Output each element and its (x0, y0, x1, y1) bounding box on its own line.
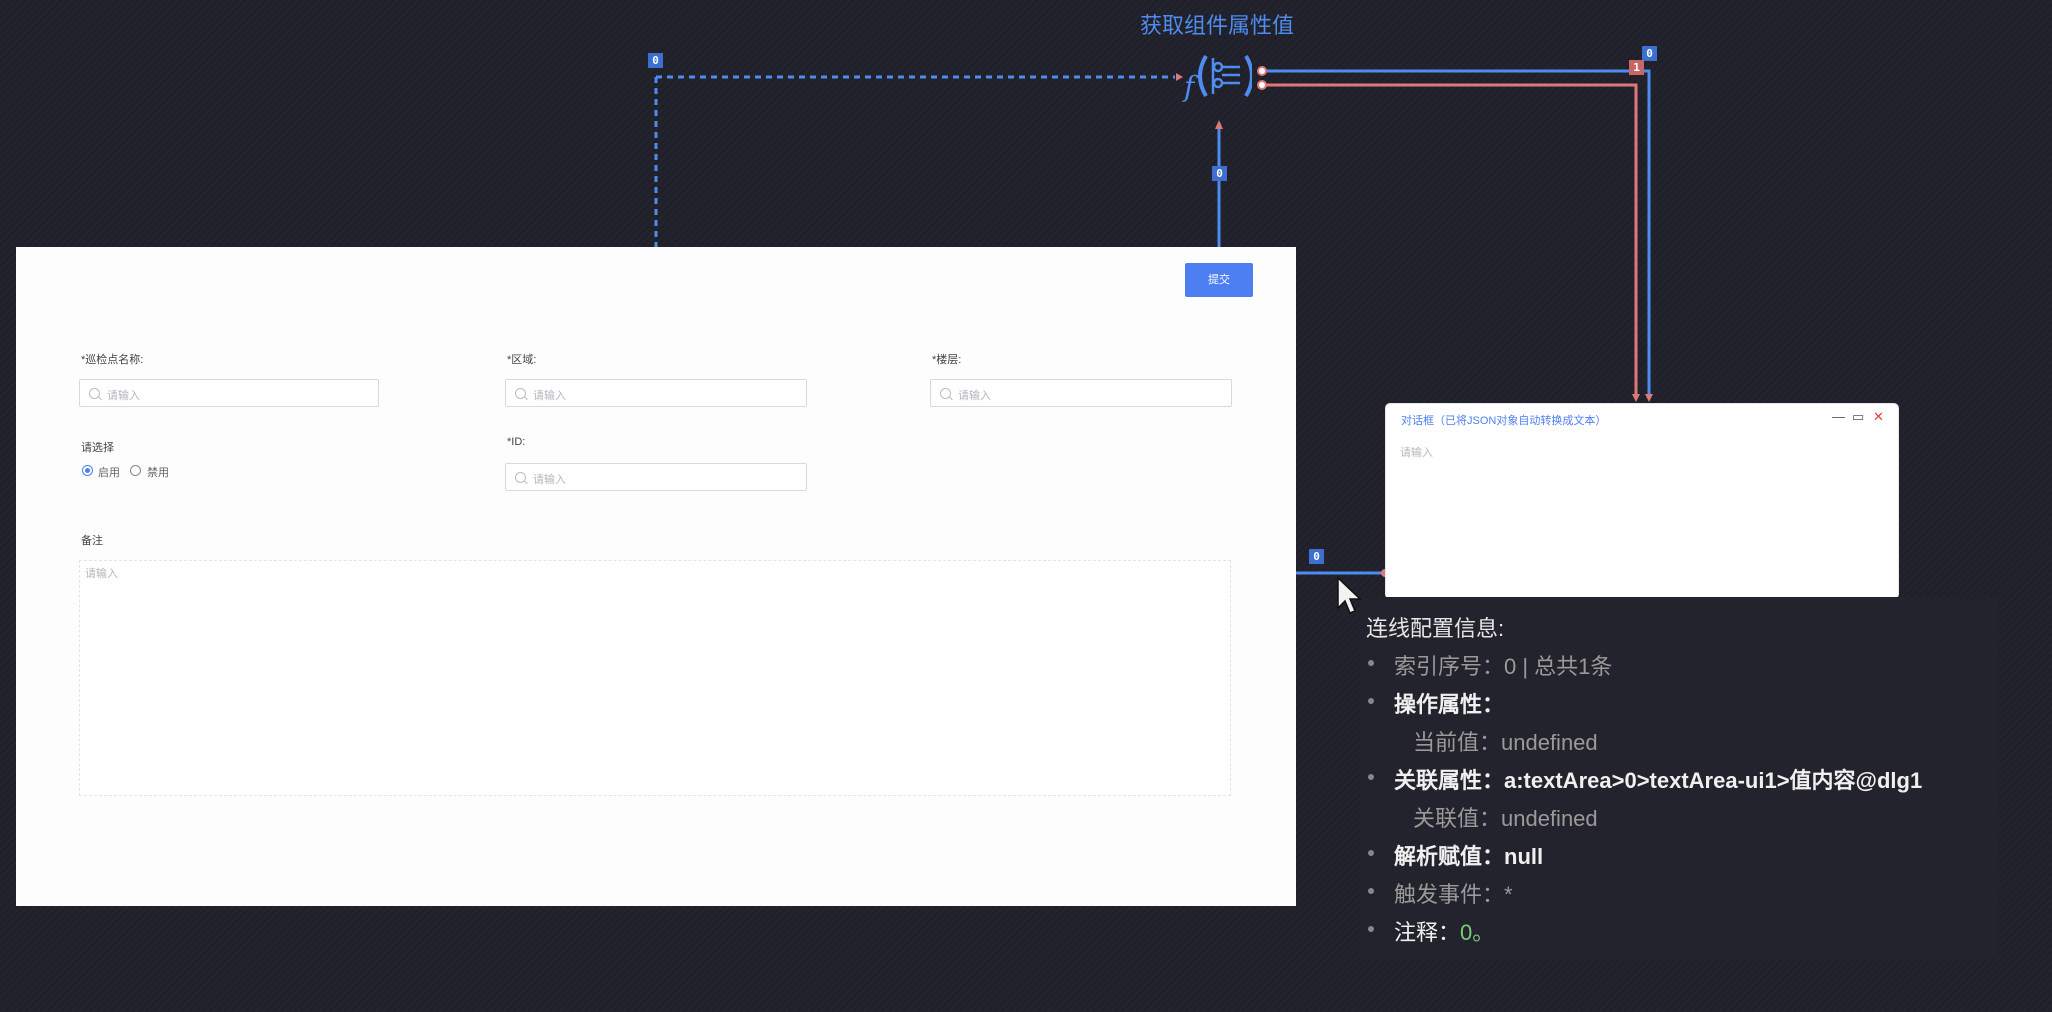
radio-group-label: 请选择 (81, 442, 114, 454)
input-placeholder: 请输入 (958, 390, 991, 402)
tooltip-operate-attr: 操作属性： (1367, 687, 1504, 719)
tooltip-parsed-value: 解析赋值：null (1367, 839, 1543, 871)
function-node-title: 获取组件属性值 (1140, 13, 1295, 38)
disable-radio-label: 禁用 (147, 467, 169, 479)
input-placeholder: 请输入 (107, 390, 140, 402)
function-output-red-wire[interactable] (1262, 83, 1638, 398)
blue-wire-arrow (1645, 394, 1653, 402)
input-placeholder: 请输入 (533, 474, 566, 486)
wire-index-badge: 0 (1309, 549, 1324, 564)
patrol-point-name-label: *巡检点名称: (81, 354, 144, 366)
disable-radio[interactable] (130, 465, 141, 476)
tooltip-note-label: 注释： (1394, 920, 1461, 945)
tooltip-trigger-event: 触发事件：* (1368, 877, 1513, 909)
search-icon (515, 472, 526, 483)
remark-textarea[interactable]: 请输入 (79, 560, 1231, 796)
tooltip-note: 注释：0。 (1367, 915, 1495, 947)
function-settings-icon[interactable]: f (1182, 50, 1254, 104)
wire-index-badge: 1 (1629, 60, 1644, 75)
mouse-cursor-icon (1336, 576, 1366, 623)
remark-label: 备注 (81, 535, 103, 547)
function-output-blue-wire[interactable] (1262, 69, 1651, 398)
id-input[interactable]: 请输入 (505, 463, 807, 491)
tooltip-title: 连线配置信息: (1366, 616, 1505, 641)
submit-button[interactable]: 提交 (1185, 263, 1253, 297)
input-placeholder: 请输入 (533, 390, 566, 402)
function-output-port-2[interactable] (1257, 80, 1267, 90)
close-icon[interactable]: ✕ (1873, 410, 1884, 424)
dialog-textarea-placeholder[interactable]: 请输入 (1400, 444, 1433, 460)
red-wire-arrow (1632, 394, 1640, 402)
enable-radio[interactable] (82, 465, 93, 476)
wire-index-badge: 0 (1212, 166, 1227, 181)
area-label: *区域: (507, 354, 537, 366)
area-input[interactable]: 请输入 (505, 379, 807, 407)
search-icon (89, 388, 100, 399)
enable-radio-label: 启用 (98, 467, 120, 479)
search-icon (515, 388, 526, 399)
function-output-port-1[interactable] (1257, 66, 1267, 76)
search-icon (940, 388, 951, 399)
tooltip-current-value: 当前值：undefined (1413, 730, 1598, 755)
minimize-icon[interactable]: — (1832, 410, 1845, 424)
dialog-window: 对话框（已将JSON对象自动转换成文本） — ▭ ✕ 请输入 (1386, 404, 1898, 598)
floor-label: *楼层: (932, 354, 962, 366)
tooltip-index: 索引序号：0 | 总共1条 (1367, 649, 1612, 681)
svg-text:f: f (1182, 70, 1199, 103)
wire-index-badge: 0 (1642, 46, 1657, 61)
maximize-icon[interactable]: ▭ (1852, 410, 1864, 424)
connection-config-tooltip: 连线配置信息: 索引序号：0 | 总共1条 操作属性： 当前值：undefine… (1360, 597, 1998, 959)
tooltip-related-value: 关联值：undefined (1413, 806, 1598, 831)
floor-input[interactable]: 请输入 (930, 379, 1232, 407)
tooltip-related-attr: 关联属性：a:textArea>0>textArea-ui1>值内容@dlg1 (1367, 763, 1922, 795)
id-label: *ID: (507, 436, 526, 448)
patrol-point-name-input[interactable]: 请输入 (79, 379, 379, 407)
dialog-title: 对话框（已将JSON对象自动转换成文本） (1401, 415, 1607, 427)
wire-index-badge: 0 (648, 53, 663, 68)
textarea-placeholder: 请输入 (85, 568, 118, 580)
tooltip-note-value: 0。 (1460, 920, 1495, 945)
submit-wire-arrow (1215, 120, 1223, 129)
